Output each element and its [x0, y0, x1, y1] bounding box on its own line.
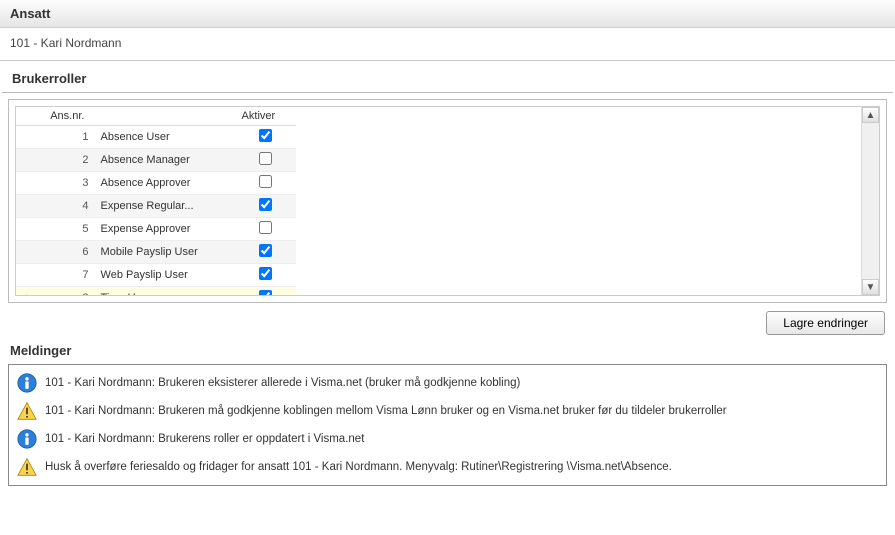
scroll-up-button[interactable]: ▲	[862, 107, 879, 123]
row-role-name: Absence Approver	[95, 172, 236, 195]
row-active-cell	[236, 126, 296, 149]
employee-subtitle: 101 - Kari Nordmann	[0, 28, 895, 61]
row-active-cell	[236, 218, 296, 241]
page-title-bar: Ansatt	[0, 0, 895, 28]
warning-icon	[17, 401, 37, 421]
save-button[interactable]: Lagre endringer	[766, 311, 885, 335]
table-row[interactable]: 2Absence Manager	[16, 149, 296, 172]
row-active-cell	[236, 241, 296, 264]
messages-section-title: Meldinger	[0, 339, 895, 362]
row-active-cell	[236, 172, 296, 195]
row-active-cell	[236, 195, 296, 218]
message-text: Husk å overføre feriesaldo og fridager f…	[45, 461, 672, 473]
roles-scrollbar[interactable]: ▲ ▼	[861, 107, 879, 295]
message-text: 101 - Kari Nordmann: Brukerens roller er…	[45, 433, 364, 445]
activate-checkbox[interactable]	[259, 221, 272, 234]
row-pointer: ▶	[16, 287, 44, 296]
message-text: 101 - Kari Nordmann: Brukeren eksisterer…	[45, 377, 520, 389]
button-row: Lagre endringer	[0, 303, 895, 339]
row-number: 7	[44, 264, 94, 287]
row-pointer	[16, 241, 44, 264]
row-number: 6	[44, 241, 94, 264]
table-row[interactable]: ▶ 8Time User	[16, 287, 296, 296]
activate-checkbox[interactable]	[259, 267, 272, 280]
table-row[interactable]: 3Absence Approver	[16, 172, 296, 195]
roles-panel: Ans.nr. Aktiver 1Absence User2Absence Ma…	[8, 99, 887, 303]
row-pointer	[16, 218, 44, 241]
row-role-name: Expense Regular...	[95, 195, 236, 218]
messages-panel: 101 - Kari Nordmann: Brukeren eksisterer…	[8, 364, 887, 486]
row-role-name: Absence User	[95, 126, 236, 149]
activate-checkbox[interactable]	[259, 152, 272, 165]
row-number: 3	[44, 172, 94, 195]
caret-right-icon: ▶	[26, 293, 34, 295]
activate-checkbox[interactable]	[259, 198, 272, 211]
roles-table: Ans.nr. Aktiver 1Absence User2Absence Ma…	[16, 107, 296, 295]
message-row: 101 - Kari Nordmann: Brukeren eksisterer…	[15, 369, 880, 397]
col-pointer	[16, 107, 44, 126]
row-number: 8	[44, 287, 94, 296]
row-role-name: Web Payslip User	[95, 264, 236, 287]
col-aktiver-header: Aktiver	[236, 107, 296, 126]
row-number: 4	[44, 195, 94, 218]
info-icon	[17, 373, 37, 393]
table-row[interactable]: 7Web Payslip User	[16, 264, 296, 287]
row-active-cell	[236, 287, 296, 296]
chevron-down-icon: ▼	[866, 282, 876, 293]
row-role-name: Expense Approver	[95, 218, 236, 241]
message-row: 101 - Kari Nordmann: Brukerens roller er…	[15, 425, 880, 453]
roles-table-wrap: Ans.nr. Aktiver 1Absence User2Absence Ma…	[16, 107, 861, 295]
row-active-cell	[236, 149, 296, 172]
table-row[interactable]: 1Absence User	[16, 126, 296, 149]
roles-section-title: Brukerroller	[2, 61, 893, 93]
row-active-cell	[236, 264, 296, 287]
activate-checkbox[interactable]	[259, 129, 272, 142]
col-ansnr-header: Ans.nr.	[44, 107, 94, 126]
row-number: 5	[44, 218, 94, 241]
roles-scroll-area: Ans.nr. Aktiver 1Absence User2Absence Ma…	[15, 106, 880, 296]
employee-label: 101 - Kari Nordmann	[10, 36, 121, 50]
row-role-name: Mobile Payslip User	[95, 241, 236, 264]
activate-checkbox[interactable]	[259, 290, 272, 295]
col-name-header	[95, 107, 236, 126]
activate-checkbox[interactable]	[259, 175, 272, 188]
message-text: 101 - Kari Nordmann: Brukeren må godkjen…	[45, 405, 727, 417]
activate-checkbox[interactable]	[259, 244, 272, 257]
row-pointer	[16, 172, 44, 195]
table-row[interactable]: 5Expense Approver	[16, 218, 296, 241]
row-role-name: Absence Manager	[95, 149, 236, 172]
chevron-up-icon: ▲	[866, 110, 876, 121]
page-title: Ansatt	[10, 6, 50, 21]
table-row[interactable]: 4Expense Regular...	[16, 195, 296, 218]
row-number: 2	[44, 149, 94, 172]
message-row: 101 - Kari Nordmann: Brukeren må godkjen…	[15, 397, 880, 425]
row-number: 1	[44, 126, 94, 149]
row-role-name: Time User	[95, 287, 236, 296]
row-pointer	[16, 126, 44, 149]
row-pointer	[16, 149, 44, 172]
message-row: Husk å overføre feriesaldo og fridager f…	[15, 453, 880, 481]
info-icon	[17, 429, 37, 449]
row-pointer	[16, 264, 44, 287]
row-pointer	[16, 195, 44, 218]
roles-title-text: Brukerroller	[12, 71, 86, 86]
warning-icon	[17, 457, 37, 477]
scroll-down-button[interactable]: ▼	[862, 279, 879, 295]
messages-title-text: Meldinger	[10, 343, 71, 358]
table-row[interactable]: 6Mobile Payslip User	[16, 241, 296, 264]
